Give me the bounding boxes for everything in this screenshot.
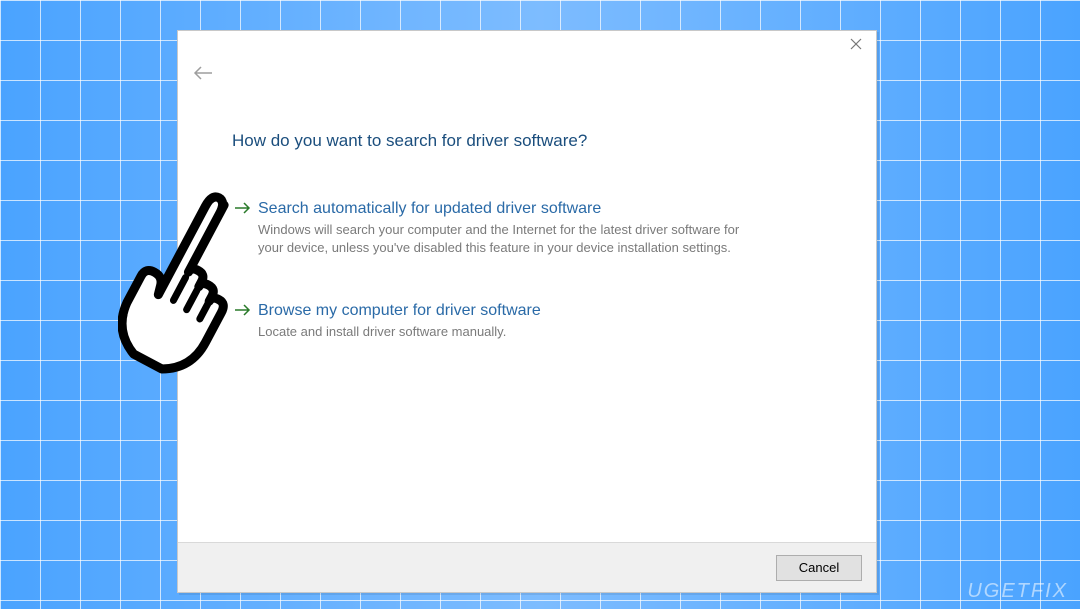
cancel-button[interactable]: Cancel [776,555,862,581]
arrow-right-icon [234,303,258,322]
option-search-automatically[interactable]: Search automatically for updated driver … [232,199,822,257]
close-icon [850,37,862,54]
option-description: Windows will search your computer and th… [258,221,768,257]
option-body: Search automatically for updated driver … [258,199,822,257]
dialog-content: How do you want to search for driver sof… [178,85,876,542]
dialog-heading: How do you want to search for driver sof… [232,131,822,151]
back-row [178,65,876,85]
titlebar [178,31,876,65]
option-title: Browse my computer for driver software [258,301,822,321]
close-button[interactable] [836,31,876,59]
option-title: Search automatically for updated driver … [258,199,822,219]
option-description: Locate and install driver software manua… [258,323,768,341]
option-body: Browse my computer for driver software L… [258,301,822,341]
watermark: UGETFIX [967,580,1068,603]
option-browse-computer[interactable]: Browse my computer for driver software L… [232,301,822,341]
dialog-footer: Cancel [178,542,876,592]
update-driver-dialog: How do you want to search for driver sof… [177,30,877,593]
back-arrow-icon[interactable] [192,65,214,85]
arrow-right-icon [234,201,258,220]
